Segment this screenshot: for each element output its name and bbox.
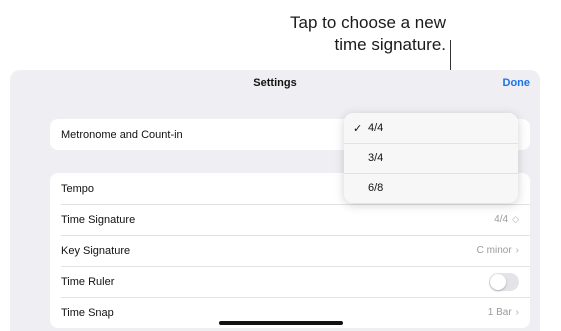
chevron-right-icon: › bbox=[515, 245, 519, 256]
menu-item-label: 6/8 bbox=[368, 182, 384, 194]
home-indicator bbox=[219, 321, 343, 325]
time-signature-row[interactable]: Time Signature 4/4 ◇ bbox=[50, 204, 530, 235]
navigation-bar: Settings Done bbox=[10, 70, 540, 98]
up-down-icon: ◇ bbox=[512, 214, 519, 224]
menu-item-label: 3/4 bbox=[368, 152, 384, 164]
time-signature-value-group[interactable]: 4/4 ◇ bbox=[494, 214, 519, 225]
time-ruler-row: Time Ruler bbox=[50, 266, 530, 297]
metronome-label: Metronome and Count-in bbox=[61, 128, 183, 141]
key-signature-row[interactable]: Key Signature C minor › bbox=[50, 235, 530, 266]
callout-line-2: time signature. bbox=[334, 35, 447, 54]
time-ruler-toggle[interactable] bbox=[489, 272, 519, 291]
toggle-knob bbox=[490, 273, 506, 290]
menu-item-3-4[interactable]: 3/4 bbox=[344, 143, 518, 173]
done-button[interactable]: Done bbox=[503, 77, 531, 89]
time-snap-label: Time Snap bbox=[61, 306, 114, 319]
callout-line-1: Tap to choose a new bbox=[290, 13, 446, 32]
chevron-right-icon: › bbox=[515, 307, 519, 318]
time-signature-value: 4/4 bbox=[494, 214, 509, 225]
time-signature-menu: ✓ 4/4 3/4 6/8 bbox=[344, 113, 518, 203]
tempo-label: Tempo bbox=[61, 182, 95, 195]
callout-annotation: Tap to choose a new time signature. bbox=[220, 12, 446, 56]
time-ruler-label: Time Ruler bbox=[61, 275, 115, 288]
key-signature-value-group[interactable]: C minor › bbox=[477, 245, 519, 256]
checkmark-icon: ✓ bbox=[353, 122, 363, 135]
time-snap-value-group[interactable]: 1 Bar › bbox=[488, 307, 519, 318]
time-signature-label: Time Signature bbox=[61, 213, 136, 226]
key-signature-value: C minor bbox=[476, 245, 512, 256]
time-snap-value: 1 Bar bbox=[487, 307, 512, 318]
menu-item-label: 4/4 bbox=[368, 122, 384, 134]
key-signature-label: Key Signature bbox=[61, 244, 131, 257]
menu-item-6-8[interactable]: 6/8 bbox=[344, 173, 518, 203]
menu-item-4-4[interactable]: ✓ 4/4 bbox=[344, 113, 518, 143]
page-title: Settings bbox=[253, 77, 297, 89]
